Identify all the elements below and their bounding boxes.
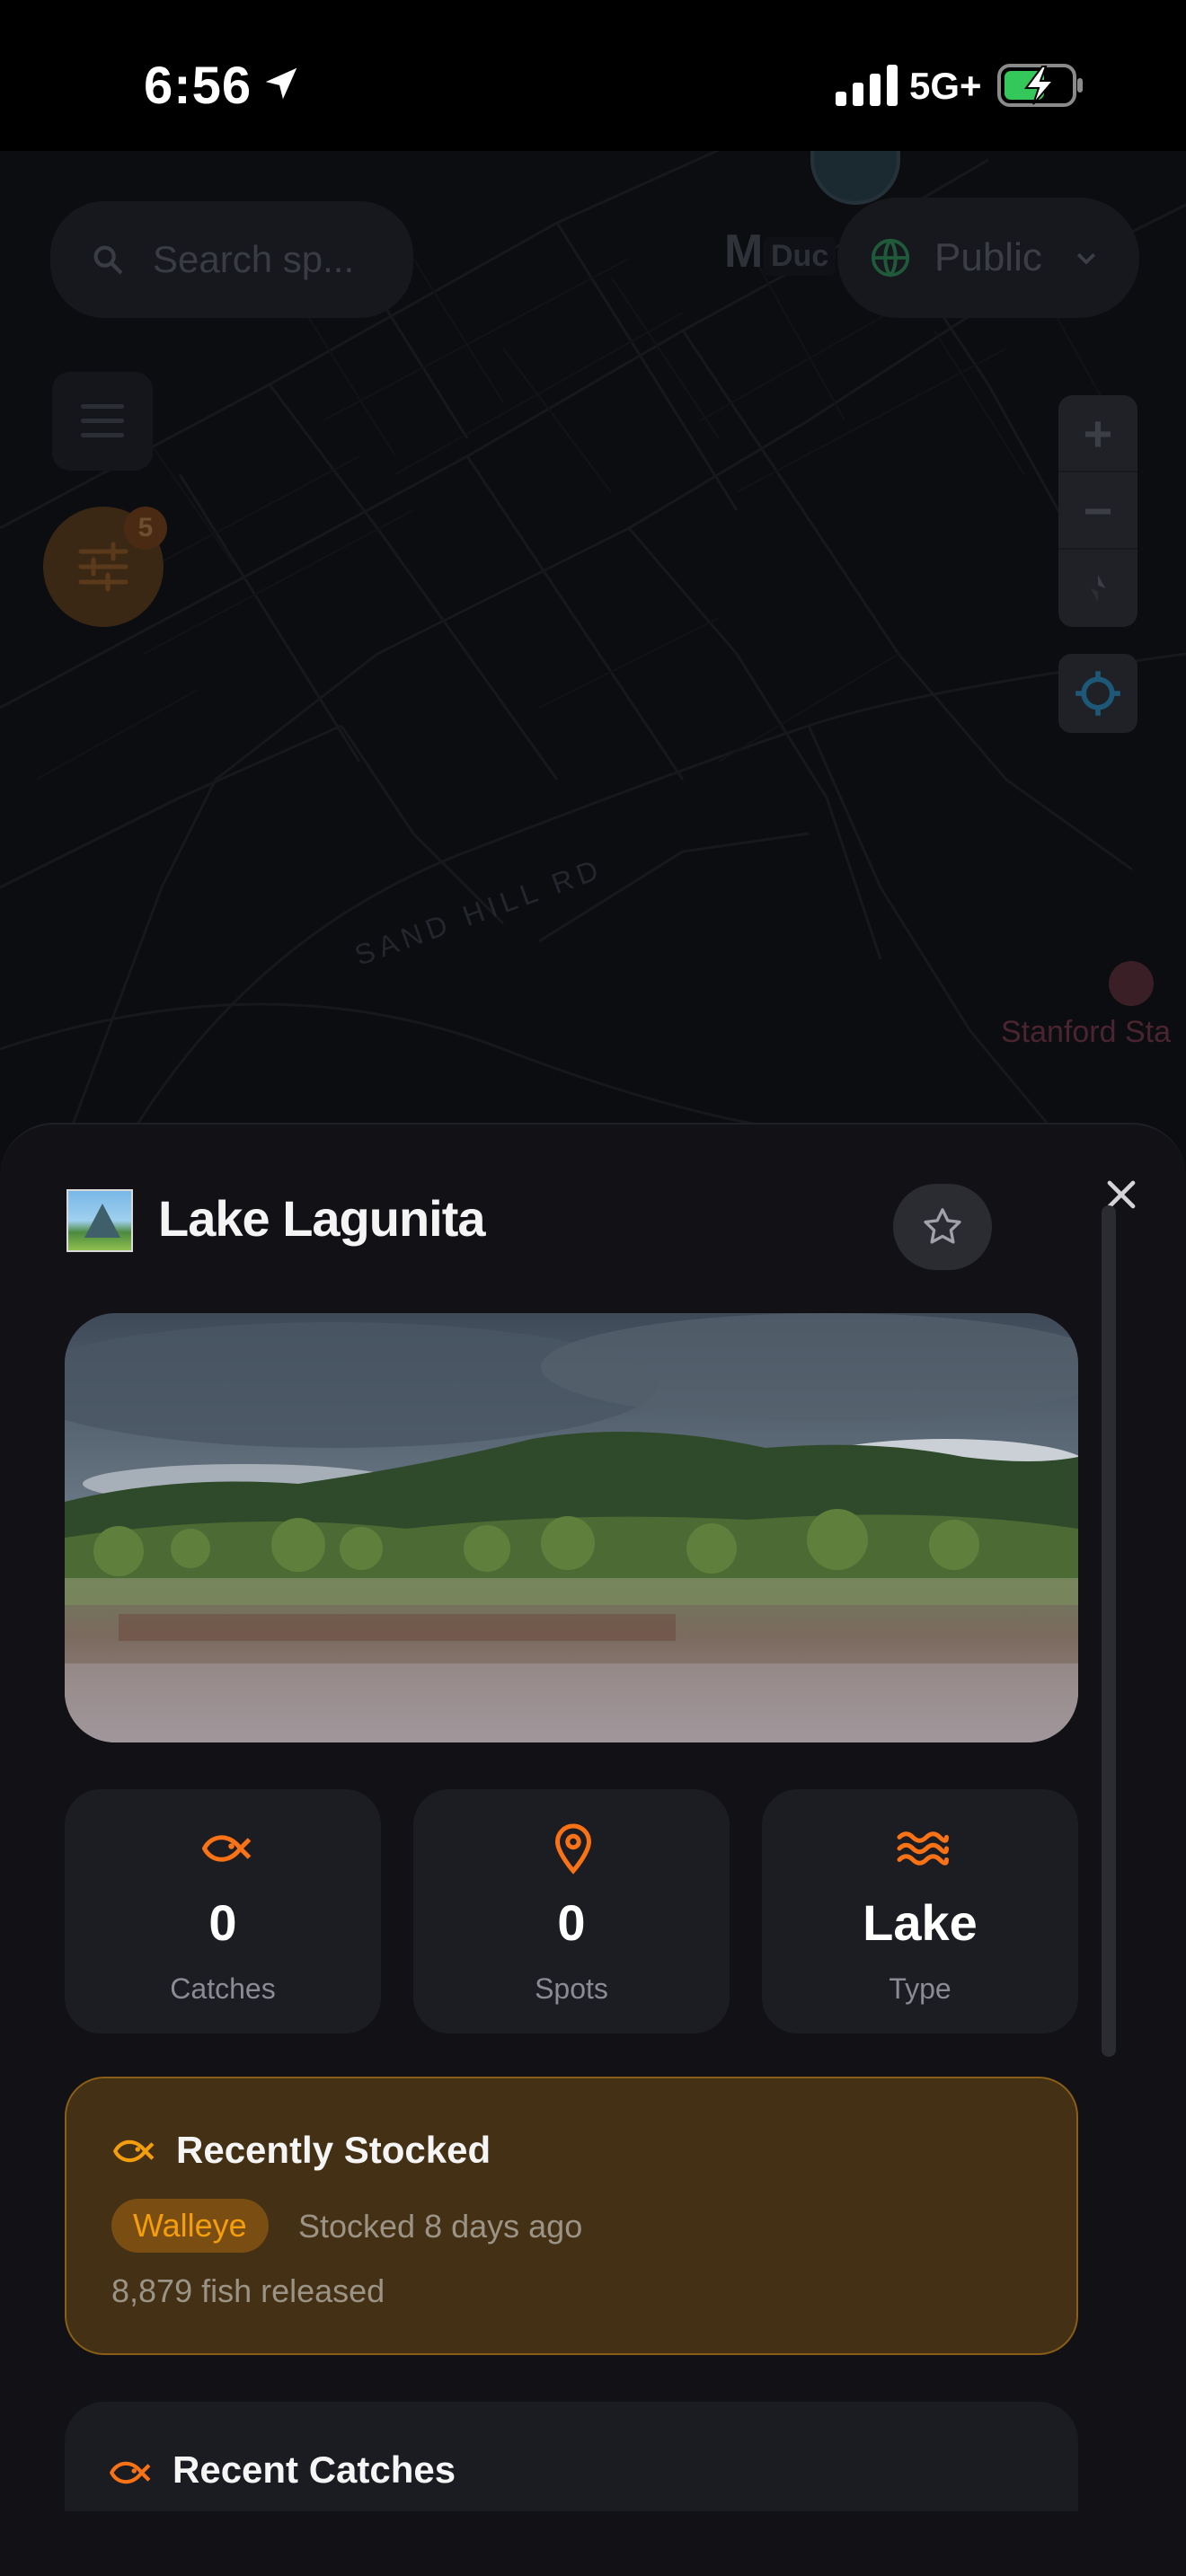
network-type: 5G+ [909,65,982,107]
map-pin-icon [554,1823,592,1875]
visibility-label: Public [934,235,1042,279]
battery-charging-icon [997,64,1083,107]
status-time: 6:56 [144,57,252,115]
zoom-controls: + − [1058,395,1137,627]
location-arrow-icon [265,67,297,100]
search-bar[interactable] [50,201,413,318]
compass-icon [1090,575,1106,602]
recently-stocked-card[interactable]: Recently Stocked Walleye Stocked 8 days … [65,2077,1078,2355]
crosshair-icon [1075,671,1120,716]
spot-detail-sheet: Lake Lagunita 0 Catches 0 Spots Lake Typ… [0,1123,1186,2576]
search-input[interactable] [153,238,386,281]
sheet-bottom-fade [0,2511,1186,2576]
spot-thumbnail [66,1189,133,1252]
fish-released: 8,879 fish released [111,2272,385,2309]
stat-value: 0 [208,1894,237,1951]
stat-label: Type [889,1972,951,2005]
waves-icon [897,1831,949,1866]
globe-icon [871,238,910,278]
spot-title: Lake Lagunita [158,1190,486,1247]
spot-photo [65,1313,1078,1742]
menu-button[interactable] [52,372,153,471]
stat-value: Lake [863,1894,978,1951]
species-chip: Walleye [111,2199,269,2253]
search-icon [93,245,123,275]
fish-icon [113,2139,155,2163]
stat-label: Catches [170,1972,276,2005]
recent-catches-title: Recent Catches [173,2448,456,2491]
poi-icon[interactable] [1109,961,1154,1006]
stat-label: Spots [535,1972,608,2005]
stat-card-type: Lake Type [762,1789,1078,2033]
zoom-out-button[interactable]: − [1058,472,1137,550]
fish-icon [202,1835,252,1862]
visibility-dropdown[interactable]: Public [837,198,1139,318]
chevron-down-icon [1076,252,1095,265]
favorite-button[interactable] [893,1184,992,1270]
zoom-in-button[interactable]: + [1058,395,1137,472]
poi-label: Stanford Sta [1001,1015,1172,1049]
filter-count-badge: 5 [124,507,167,550]
stat-card-catches: 0 Catches [65,1789,381,2033]
star-icon [924,1208,961,1244]
recently-stocked-title: Recently Stocked [176,2129,491,2171]
stat-value: 0 [557,1894,586,1951]
status-bar: 6:56 5G+ [0,0,1186,151]
stat-card-spots: 0 Spots [413,1789,730,2033]
fish-icon [110,2461,151,2484]
scroll-indicator[interactable] [1102,1205,1116,2057]
compass-button[interactable] [1058,550,1137,627]
map-place-label-duc: Duc [764,237,836,276]
locate-me-button[interactable] [1058,654,1137,733]
stocked-when: Stocked 8 days ago [298,2208,583,2245]
map-view[interactable]: M Duc Public 5 + − SAND HILL RD Stanford… [0,151,1186,1175]
signal-icon [836,65,898,106]
map-place-label: M [724,225,764,278]
